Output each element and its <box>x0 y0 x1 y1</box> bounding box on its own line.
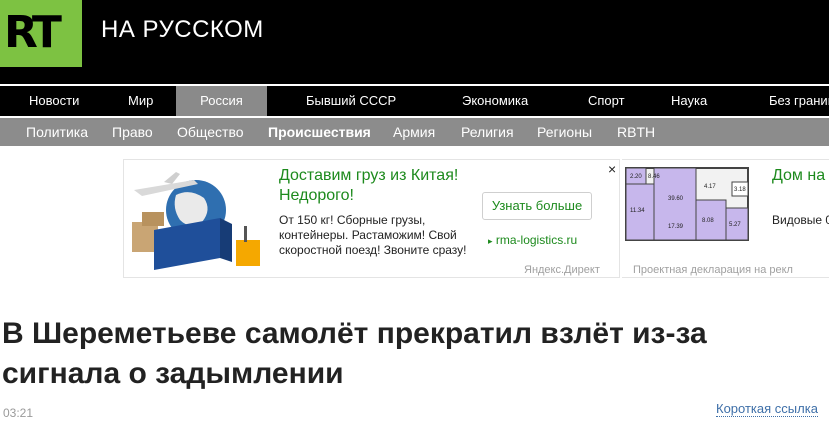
subnav-item-army[interactable]: Армия <box>393 118 435 146</box>
ad-source-label[interactable]: Яндекс.Директ <box>524 264 600 276</box>
ad-banner-housing[interactable]: 2.20 8.46 4.17 3.18 11.34 39.60 17.39 8.… <box>622 159 829 278</box>
close-icon[interactable]: × <box>608 161 616 177</box>
article-time: 03:21 <box>3 406 34 420</box>
arrow-icon: ▸ <box>488 236 493 246</box>
ad-image-floorplan: 2.20 8.46 4.17 3.18 11.34 39.60 17.39 8.… <box>622 160 760 262</box>
plan-label: 17.39 <box>668 224 684 230</box>
subnav-item-incidents[interactable]: Происшествия <box>268 118 371 146</box>
subnav-item-politics[interactable]: Политика <box>26 118 88 146</box>
plan-label: 11.34 <box>630 208 645 214</box>
subnav-item-rbth[interactable]: RBTH <box>617 118 655 146</box>
sub-nav: Политика Право Общество Происшествия Арм… <box>0 118 829 146</box>
ad-banner-logistics[interactable]: Доставим груз из Китая! Недорого! От 150… <box>123 159 620 278</box>
main-nav: Новости Мир Россия Бывший СССР Экономика… <box>0 86 829 116</box>
ad-title[interactable]: Дом на Северн <box>772 166 829 186</box>
plan-label: 8.08 <box>702 218 714 224</box>
learn-more-button[interactable]: Узнать больше <box>482 192 592 220</box>
plan-label: 39.60 <box>668 196 684 202</box>
ad-text: От 150 кг! Сборные грузы, контейнеры. Ра… <box>279 213 467 257</box>
ad-domain-text: rma-logistics.ru <box>495 233 578 247</box>
ad-disclaimer: Проектная декларация на рекл <box>633 264 793 276</box>
nav-item-borderless[interactable]: Без границ <box>769 86 829 116</box>
nav-item-sport[interactable]: Спорт <box>588 86 625 116</box>
ad-image-cargo <box>124 160 266 277</box>
ad-title[interactable]: Доставим груз из Китая! Недорого! <box>279 166 479 206</box>
site-header: RT НА РУССКОМ <box>0 0 829 84</box>
subnav-item-society[interactable]: Общество <box>177 118 244 146</box>
plan-label: 8.46 <box>648 174 660 180</box>
subnav-item-regions[interactable]: Регионы <box>537 118 592 146</box>
ad-domain-link[interactable]: ▸ rma-logistics.ru <box>488 233 577 247</box>
site-title[interactable]: НА РУССКОМ <box>101 16 264 44</box>
short-link[interactable]: Короткая ссылка <box>716 401 818 417</box>
rt-logo[interactable]: RT <box>0 0 82 67</box>
nav-item-news[interactable]: Новости <box>29 86 79 116</box>
article-headline: В Шереметьеве самолёт прекратил взлёт из… <box>2 317 707 390</box>
nav-item-russia[interactable]: Россия <box>176 86 267 116</box>
nav-item-economy[interactable]: Экономика <box>462 86 528 116</box>
plan-label: 3.18 <box>734 187 746 193</box>
subnav-item-religion[interactable]: Религия <box>461 118 514 146</box>
plan-label: 5.27 <box>729 222 741 228</box>
ad-text: Видовые 0%. Цены здесь... В <box>772 213 829 227</box>
logo-text: RT <box>4 7 62 58</box>
plan-label: 2.20 <box>630 174 642 180</box>
nav-item-world[interactable]: Мир <box>128 86 153 116</box>
nav-item-science[interactable]: Наука <box>671 86 707 116</box>
nav-item-former-ussr[interactable]: Бывший СССР <box>306 86 396 116</box>
plan-label: 4.17 <box>704 184 716 190</box>
subnav-item-law[interactable]: Право <box>112 118 153 146</box>
